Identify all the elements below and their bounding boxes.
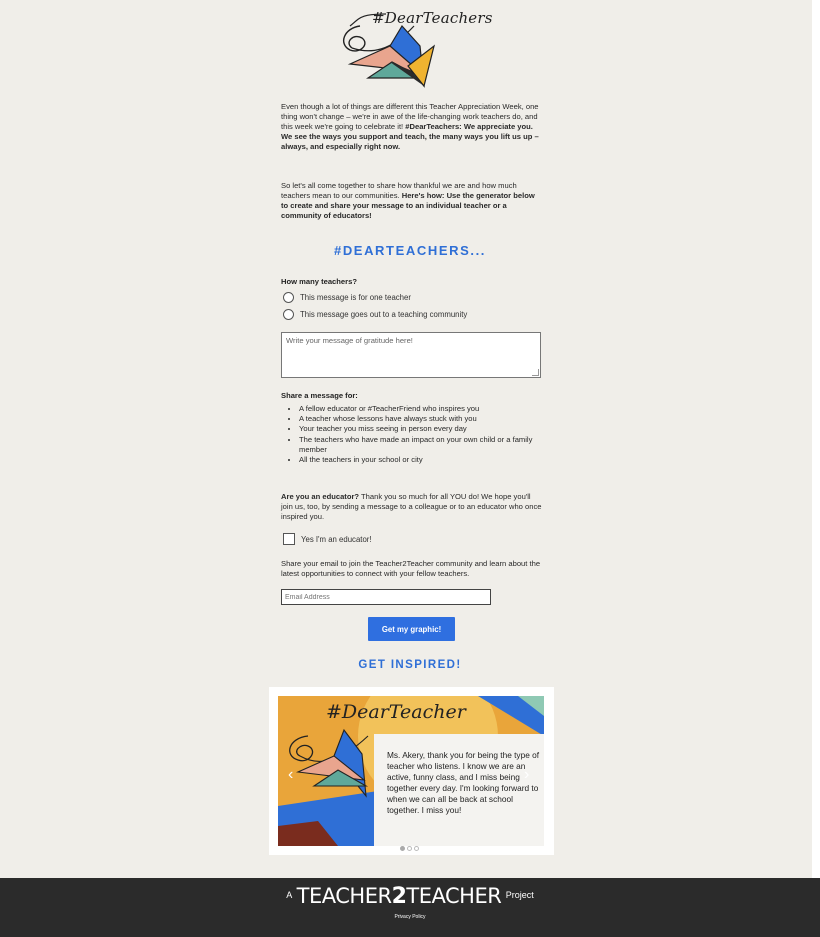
educator-checkbox-row[interactable]: Yes I'm an educator! bbox=[283, 533, 372, 545]
share-label: Share a message for: bbox=[281, 391, 358, 400]
carousel-dot[interactable] bbox=[407, 846, 412, 851]
get-graphic-button[interactable]: Get my graphic! bbox=[368, 617, 455, 641]
carousel-next-icon[interactable]: › bbox=[524, 766, 529, 784]
carousel-dot[interactable] bbox=[400, 846, 405, 851]
card-title: #DearTeacher bbox=[326, 701, 466, 723]
privacy-policy-link[interactable]: Privacy Policy bbox=[0, 914, 820, 920]
list-item: A teacher whose lessons have always stuc… bbox=[299, 414, 561, 424]
educator-bold: Are you an educator? bbox=[281, 492, 360, 501]
carousel-dot[interactable] bbox=[414, 846, 419, 851]
intro-paragraph-2: So let's all come together to share how … bbox=[281, 181, 543, 221]
message-textarea[interactable]: Write your message of gratitude here! bbox=[281, 332, 541, 378]
radio-button[interactable] bbox=[283, 292, 294, 303]
footer-suffix: Project bbox=[505, 890, 534, 900]
inspire-heading: GET INSPIRED! bbox=[358, 659, 462, 671]
footer-brand-part1: TEACHER bbox=[296, 884, 392, 908]
radio-one-label: This message is for one teacher bbox=[300, 293, 411, 302]
page-edge bbox=[812, 0, 820, 878]
email-field[interactable] bbox=[281, 589, 491, 605]
carousel-prev-icon[interactable]: ‹ bbox=[288, 766, 293, 784]
footer-brand[interactable]: A TEACHER2TEACHER Project bbox=[0, 884, 820, 909]
radio-teaching-community[interactable]: This message goes out to a teaching comm… bbox=[283, 309, 467, 320]
logo-text: #DearTeachers bbox=[372, 9, 493, 27]
how-many-label: How many teachers? bbox=[281, 277, 357, 286]
email-info: Share your email to join the Teacher2Tea… bbox=[281, 559, 541, 579]
email-info-text: Share your email to join the Teacher2Tea… bbox=[281, 559, 543, 579]
carousel-dots bbox=[400, 846, 419, 851]
radio-community-label: This message goes out to a teaching comm… bbox=[300, 310, 468, 319]
educator-checkbox-label: Yes I'm an educator! bbox=[301, 534, 372, 544]
educator-checkbox[interactable] bbox=[283, 533, 295, 545]
footer-brand-part2: TEACHER bbox=[406, 884, 502, 908]
list-item: Your teacher you miss seeing in person e… bbox=[299, 424, 561, 434]
educator-paragraph: Are you an educator? Thank you so much f… bbox=[281, 492, 543, 522]
list-item: A fellow educator or #TeacherFriend who … bbox=[299, 404, 561, 414]
footer-prefix: A bbox=[286, 890, 293, 900]
resize-handle[interactable] bbox=[532, 369, 539, 376]
list-item: All the teachers in your school or city bbox=[299, 455, 561, 465]
radio-button[interactable] bbox=[283, 309, 294, 320]
radio-one-teacher[interactable]: This message is for one teacher bbox=[283, 292, 411, 303]
intro-paragraph-1: Even though a lot of things are differen… bbox=[281, 102, 543, 152]
footer-brand-two: 2 bbox=[391, 884, 407, 909]
share-list: A fellow educator or #TeacherFriend who … bbox=[281, 404, 561, 465]
card-message: Ms. Akery, thank you for being the type … bbox=[387, 750, 540, 815]
message-placeholder: Write your message of gratitude here! bbox=[286, 336, 413, 345]
form-heading: #DEARTEACHERS... bbox=[333, 243, 486, 258]
list-item: The teachers who have made an impact on … bbox=[299, 435, 561, 455]
